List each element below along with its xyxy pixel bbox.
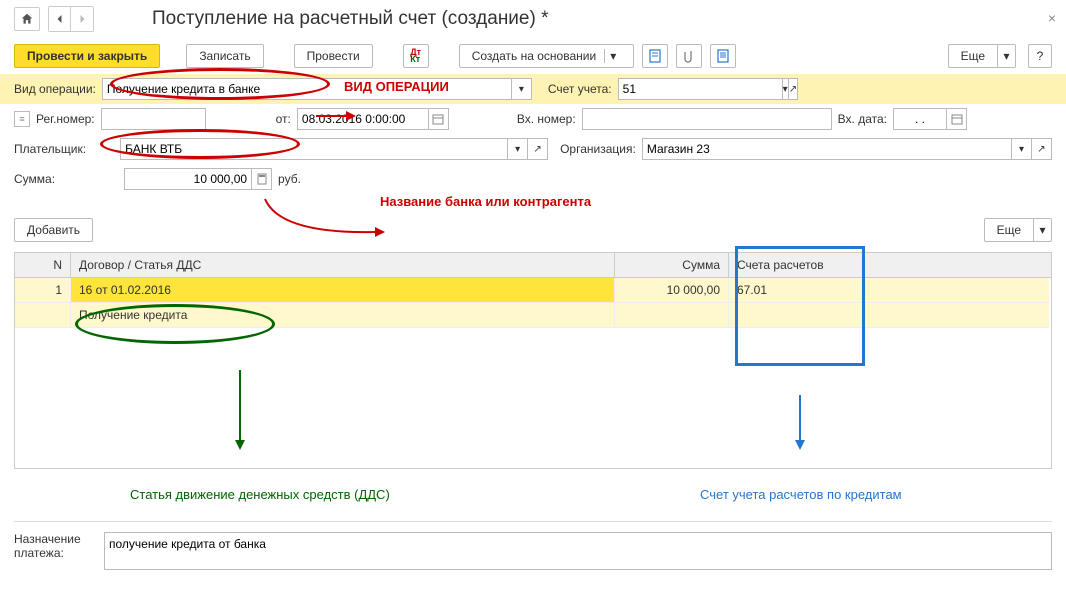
- sum-label: Сумма:: [14, 172, 55, 186]
- col-acc-header: Счета расчетов: [729, 253, 1049, 277]
- post-and-close-button[interactable]: Провести и закрыть: [14, 44, 160, 68]
- from-label: от:: [276, 112, 291, 126]
- table-more-button[interactable]: Еще: [984, 218, 1034, 242]
- home-icon[interactable]: [14, 7, 40, 31]
- operation-type-input[interactable]: [102, 78, 512, 100]
- account-open[interactable]: ↗: [789, 78, 798, 100]
- post-button[interactable]: Провести: [294, 44, 373, 68]
- row-contract[interactable]: 16 от 01.02.2016: [71, 278, 615, 303]
- dtkt-icon: ДтКт: [410, 49, 421, 63]
- operation-type-label: Вид операции:: [14, 82, 96, 96]
- col-dds-header: Договор / Статья ДДС: [71, 253, 615, 277]
- table-row[interactable]: 1 16 от 01.02.2016 10 000,00 67.01: [15, 278, 1051, 303]
- regno-icon: ≡: [14, 111, 30, 127]
- report-icon-button[interactable]: [642, 44, 668, 68]
- in-no-label: Вх. номер:: [517, 112, 576, 126]
- operation-type-dropdown[interactable]: ▾: [512, 78, 532, 100]
- regno-input[interactable]: [101, 108, 206, 130]
- save-button[interactable]: Записать: [186, 44, 263, 68]
- org-dropdown[interactable]: ▾: [1012, 138, 1032, 160]
- org-input[interactable]: [642, 138, 1012, 160]
- close-icon[interactable]: ×: [1048, 10, 1056, 26]
- acc-annotation: Счет учета расчетов по кредитам: [700, 487, 902, 502]
- row-n: 1: [15, 278, 71, 303]
- chevron-down-icon: ▾: [604, 49, 621, 63]
- back-button[interactable]: [49, 7, 71, 31]
- more-dropdown-icon[interactable]: ▾: [998, 44, 1016, 68]
- account-label: Счет учета:: [548, 82, 612, 96]
- table-row[interactable]: Получение кредита: [15, 303, 1051, 328]
- col-n-header: N: [15, 253, 71, 277]
- help-button[interactable]: ?: [1028, 44, 1052, 68]
- bank-annotation: Название банка или контрагента: [380, 194, 591, 209]
- col-sum-header: Сумма: [615, 253, 729, 277]
- regno-label: Рег.номер:: [36, 112, 95, 126]
- create-based-button[interactable]: Создать на основании ▾: [459, 44, 635, 68]
- account-input[interactable]: [618, 78, 783, 100]
- sum-calc-icon[interactable]: [252, 168, 272, 190]
- create-based-label: Создать на основании: [472, 49, 597, 63]
- add-button[interactable]: Добавить: [14, 218, 93, 242]
- operation-type-annotation: ВИД ОПЕРАЦИИ: [344, 79, 449, 94]
- payer-input[interactable]: [120, 138, 508, 160]
- in-date-input[interactable]: [893, 108, 947, 130]
- date-input[interactable]: [297, 108, 429, 130]
- dtkt-button[interactable]: ДтКт: [403, 44, 429, 68]
- purpose-label: Назначение платежа:: [14, 532, 96, 560]
- forward-button[interactable]: [71, 7, 93, 31]
- in-no-input[interactable]: [582, 108, 832, 130]
- more-button[interactable]: Еще: [948, 44, 998, 68]
- dds-annotation: Статья движение денежных средств (ДДС): [130, 487, 390, 502]
- row-acc2: [729, 303, 1049, 328]
- row-dds[interactable]: Получение кредита: [71, 303, 615, 328]
- page-title: Поступление на расчетный счет (создание)…: [152, 8, 549, 30]
- payer-label: Плательщик:: [14, 142, 86, 156]
- table-header: N Договор / Статья ДДС Сумма Счета расче…: [15, 253, 1051, 278]
- org-label: Организация:: [560, 142, 636, 156]
- payer-dropdown[interactable]: ▾: [508, 138, 528, 160]
- table-more-dropdown-icon[interactable]: ▾: [1034, 218, 1052, 242]
- row-sum2: [615, 303, 729, 328]
- list-icon-button[interactable]: [710, 44, 736, 68]
- calendar-icon[interactable]: [429, 108, 449, 130]
- row-n2: [15, 303, 71, 328]
- in-date-label: Вх. дата:: [838, 112, 887, 126]
- currency-label: руб.: [278, 172, 301, 186]
- row-acc[interactable]: 67.01: [729, 278, 1049, 303]
- sum-input[interactable]: [124, 168, 252, 190]
- row-sum[interactable]: 10 000,00: [615, 278, 729, 303]
- in-date-calendar-icon[interactable]: [947, 108, 967, 130]
- org-open[interactable]: ↗: [1032, 138, 1052, 160]
- nav-arrows: [48, 6, 94, 32]
- paperclip-icon-button[interactable]: [676, 44, 702, 68]
- purpose-input[interactable]: получение кредита от банка: [104, 532, 1052, 570]
- payer-open[interactable]: ↗: [528, 138, 548, 160]
